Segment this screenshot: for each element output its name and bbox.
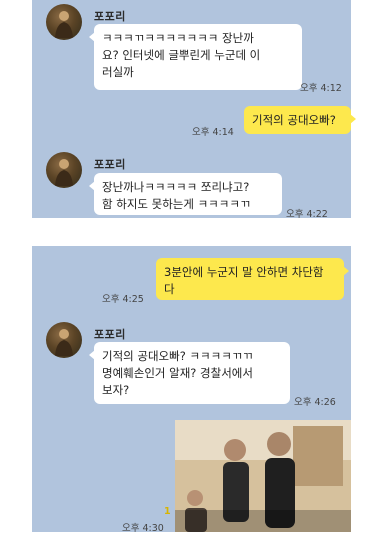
unread-count-badge: 1 (164, 506, 171, 517)
message-time: 오후 4:14 (192, 127, 234, 138)
avatar-figure-icon (55, 329, 73, 356)
photo-scene-image (175, 420, 351, 532)
photo-message-image[interactable] (175, 420, 351, 532)
message-bubble-incoming[interactable]: 기적의 공대오빠? ㅋㅋㅋㅋㄲㄲ 명예훼손인거 알재? 경찰서에서 보자? (89, 342, 290, 404)
contact-avatar[interactable] (46, 4, 82, 40)
contact-avatar[interactable] (46, 322, 82, 358)
message-time: 오후 4:26 (294, 397, 336, 408)
chat-panel-top: 포포리 ㅋㅋㅋㄲㅋㅋㅋㅋㅋㅋㅋ 장난까 요? 인터넷에 글뿌린게 누군데 이 러… (32, 0, 356, 220)
message-bubble-incoming[interactable]: 장난까나ㅋㅋㅋㅋㅋ 쪼리냐고? 함 하지도 못하는게 ㅋㅋㅋㅋㄲ (89, 173, 282, 215)
contact-name[interactable]: 포포리 (94, 326, 126, 342)
message-bubble-outgoing[interactable]: 3분안에 누군지 말 안하면 차단함 다 (156, 258, 349, 300)
message-bubble-outgoing[interactable]: 기적의 공대오빠? (244, 106, 356, 134)
message-time: 오후 4:25 (102, 294, 144, 305)
contact-name[interactable]: 포포리 (94, 156, 126, 172)
contact-name[interactable]: 포포리 (94, 8, 126, 24)
avatar-figure-icon (55, 159, 73, 186)
contact-avatar[interactable] (46, 152, 82, 188)
message-bubble-incoming[interactable]: ㅋㅋㅋㄲㅋㅋㅋㅋㅋㅋㅋ 장난까 요? 인터넷에 글뿌린게 누군데 이 러실까 (89, 24, 302, 90)
message-time: 오후 4:12 (300, 83, 342, 94)
message-time: 오후 4:22 (286, 209, 328, 220)
avatar-figure-icon (55, 11, 73, 38)
